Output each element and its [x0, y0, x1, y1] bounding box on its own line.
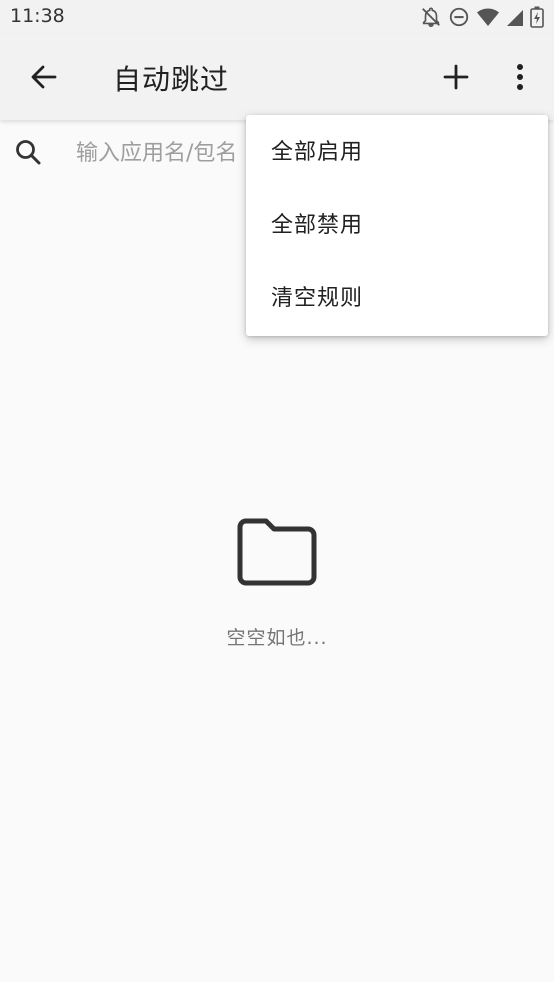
back-arrow-icon — [31, 65, 57, 89]
signal-icon — [506, 7, 524, 27]
menu-item-clear-rules[interactable]: 清空规则 — [246, 262, 548, 335]
notifications-off-icon — [420, 6, 442, 28]
folder-icon — [237, 518, 317, 586]
app-bar: 自动跳过 — [0, 34, 554, 120]
page-title: 自动跳过 — [113, 63, 230, 96]
add-rule-button[interactable] — [434, 55, 478, 99]
status-bar: 11:38 — [0, 0, 554, 34]
back-button[interactable] — [22, 55, 66, 99]
empty-state-text: 空空如也... — [226, 627, 328, 649]
add-icon — [443, 64, 469, 90]
empty-state: 空空如也... — [0, 515, 554, 650]
menu-item-enable-all[interactable]: 全部启用 — [246, 116, 548, 189]
status-icons — [420, 5, 544, 29]
menu-item-disable-all[interactable]: 全部禁用 — [246, 189, 548, 262]
battery-charging-icon — [530, 6, 544, 28]
search-icon — [16, 140, 41, 165]
do-not-disturb-icon — [448, 6, 470, 28]
status-time: 11:38 — [10, 5, 65, 27]
overflow-menu: 全部启用 全部禁用 清空规则 — [246, 115, 548, 336]
more-options-button[interactable] — [498, 55, 542, 99]
wifi-icon — [476, 6, 500, 28]
more-vert-icon — [517, 64, 523, 90]
